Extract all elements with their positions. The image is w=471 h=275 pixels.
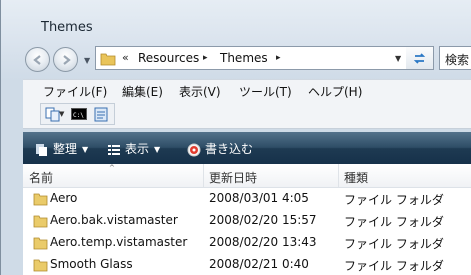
sort-ascending-icon: ^ (109, 164, 115, 172)
breadcrumb-separator-icon[interactable]: ▸ (276, 53, 281, 63)
forward-button[interactable] (53, 47, 78, 72)
column-type[interactable]: 種類 (344, 169, 368, 186)
view-icon (108, 144, 120, 155)
search-input[interactable]: 検索 (439, 46, 471, 70)
organize-icon (36, 143, 47, 156)
folder-icon (33, 237, 48, 250)
folder-icon (100, 53, 116, 66)
file-modified: 2008/02/20 13:43 (209, 235, 317, 249)
command-bar: 整理 ▼ 表示 ▼ 書き込む (23, 132, 471, 164)
file-type: ファイル フォルダ (344, 237, 444, 251)
file-modified: 2008/02/21 0:40 (209, 257, 309, 271)
list-item[interactable]: Aero.temp.vistamaster 2008/02/20 13:43 フ… (23, 232, 471, 254)
breadcrumb-themes[interactable]: Themes (220, 51, 268, 65)
file-name: Smooth Glass (50, 257, 133, 271)
file-type: ファイル フォルダ (344, 259, 444, 273)
column-divider[interactable] (203, 164, 204, 187)
file-list: ^ 名前 更新日時 種類 Aero 2008/03/01 4:05 ファイル フ… (23, 164, 471, 275)
breadcrumb-separator-icon[interactable]: ▸ (203, 53, 208, 63)
toolbar-group: ▼ C:\ (40, 103, 115, 125)
address-dropdown-icon[interactable]: ▼ (395, 54, 401, 63)
recent-pages-dropdown-icon[interactable]: ▼ (84, 56, 90, 65)
menu-view[interactable]: 表示(V) (179, 83, 221, 100)
column-divider[interactable] (338, 164, 339, 187)
menu-edit[interactable]: 編集(E) (122, 83, 163, 100)
burn-label: 書き込む (205, 142, 254, 156)
list-item[interactable]: Aero 2008/03/01 4:05 ファイル フォルダ (23, 188, 471, 210)
refresh-icon (413, 53, 426, 64)
file-type: ファイル フォルダ (344, 193, 444, 207)
forward-arrow-icon (63, 55, 71, 65)
burn-button[interactable]: 書き込む (187, 140, 253, 157)
back-button[interactable] (25, 47, 50, 72)
menu-tools[interactable]: ツール(T) (239, 83, 292, 100)
list-item[interactable]: Aero.bak.vistamaster 2008/02/20 15:57 ファ… (23, 210, 471, 232)
organize-button[interactable]: 整理 ▼ (35, 140, 88, 157)
file-name: Aero.bak.vistamaster (50, 213, 178, 227)
file-modified: 2008/02/20 15:57 (209, 213, 317, 227)
menu-help[interactable]: ヘルプ(H) (308, 83, 362, 100)
refresh-button[interactable] (406, 46, 434, 70)
window-title: Themes (41, 20, 93, 35)
column-name[interactable]: 名前 (29, 169, 53, 186)
organize-label: 整理 (53, 142, 78, 156)
folder-icon (33, 259, 48, 272)
root-marker: « (122, 51, 129, 64)
chevron-down-icon: ▼ (82, 145, 89, 154)
notepad-icon[interactable] (93, 107, 109, 122)
address-bar[interactable]: « Resources ▸ Themes ▸ ▼ (95, 46, 407, 70)
list-item[interactable]: Smooth Glass 2008/02/21 0:40 ファイル フォルダ (23, 254, 471, 275)
menu-bar: ファイル(F) 編集(E) 表示(V) ツール(T) ヘルプ(H) (23, 79, 471, 102)
svg-text:C:\: C:\ (73, 112, 84, 119)
view-label: 表示 (125, 142, 150, 156)
file-name: Aero.temp.vistamaster (50, 235, 188, 249)
chevron-down-icon: ▼ (154, 145, 161, 154)
folder-icon (33, 215, 48, 228)
file-name: Aero (50, 191, 78, 205)
explorer-window: Themes ▼ « Resources ▸ Themes ▸ ▼ 検索 ファイ… (0, 0, 471, 275)
column-header-row: ^ 名前 更新日時 種類 (23, 164, 471, 188)
breadcrumb-resources[interactable]: Resources (138, 51, 199, 65)
copy-path-dropdown-icon[interactable]: ▼ (59, 110, 64, 118)
view-button[interactable]: 表示 ▼ (107, 140, 160, 157)
file-modified: 2008/03/01 4:05 (209, 191, 309, 205)
folder-icon (33, 193, 48, 206)
custom-toolbar: ▼ C:\ (23, 101, 471, 129)
back-arrow-icon (33, 55, 41, 65)
column-modified[interactable]: 更新日時 (209, 169, 257, 186)
file-type: ファイル フォルダ (344, 215, 444, 229)
burn-disc-icon (187, 143, 201, 156)
nav-buttons (25, 45, 91, 75)
command-prompt-icon[interactable]: C:\ (71, 107, 87, 122)
menu-file[interactable]: ファイル(F) (43, 83, 107, 100)
